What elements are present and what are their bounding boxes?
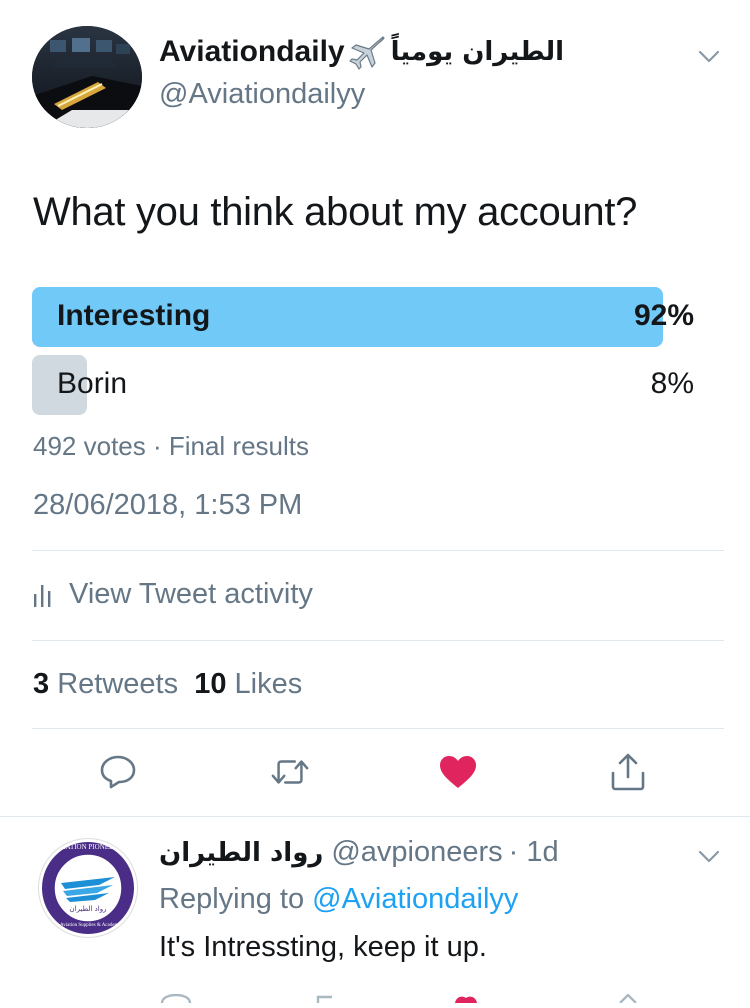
reply-avatar-caption-center: رواد الطيران xyxy=(69,905,107,913)
poll-option-percent: 8% xyxy=(650,367,694,400)
likes-count[interactable]: 10 xyxy=(194,668,226,700)
reply-time: · 1d xyxy=(508,836,559,868)
divider xyxy=(32,550,724,551)
poll-option-percent: 92% xyxy=(633,299,694,332)
view-activity-label[interactable]: View Tweet activity xyxy=(69,578,313,611)
reply-button[interactable] xyxy=(98,752,138,792)
reply-avatar-caption-bottom: For Aviation Supplies & Academics xyxy=(52,923,124,928)
author-arabic-name: الطيران يومياً xyxy=(390,37,565,67)
reply-text: It's Intressting, keep it up. xyxy=(159,931,487,963)
replying-to: Replying to @Aviationdailyy xyxy=(159,883,518,916)
share-button[interactable] xyxy=(608,752,648,792)
author-display-name[interactable]: Aviationdaily xyxy=(159,35,345,69)
reply-author-handle[interactable]: @avpioneers xyxy=(331,836,502,869)
poll-option-label: Interesting xyxy=(57,299,211,332)
like-button[interactable] xyxy=(438,752,478,792)
chevron-down-icon[interactable] xyxy=(698,850,720,864)
tweet-text: What you think about my account? xyxy=(33,190,638,234)
tweet-timestamp: 28/06/2018, 1:53 PM xyxy=(33,489,303,521)
section-divider xyxy=(0,816,750,817)
retweet-icon xyxy=(271,760,309,784)
reply-author-name[interactable]: رواد الطيران xyxy=(159,838,323,868)
poll-meta: 492 votes · Final results xyxy=(33,431,310,461)
airplane-icon xyxy=(347,34,387,70)
poll-option-label: Borin xyxy=(57,367,128,400)
share-icon xyxy=(611,753,645,791)
likes-label[interactable]: Likes xyxy=(235,668,303,700)
reply-icon xyxy=(100,755,136,789)
retweet-button[interactable] xyxy=(270,752,310,792)
replying-to-link[interactable]: @Aviationdailyy xyxy=(312,883,518,915)
author-handle[interactable]: @Aviationdailyy xyxy=(159,78,365,111)
divider xyxy=(32,728,724,729)
author-name-row[interactable]: Aviationdaily الطيران يومياً xyxy=(159,30,564,74)
retweets-count[interactable]: 3 xyxy=(33,668,49,700)
view-activity-link[interactable]: View Tweet activity xyxy=(33,578,313,611)
divider xyxy=(32,640,724,641)
heart-icon xyxy=(440,756,476,788)
replying-to-prefix: Replying to xyxy=(159,883,305,915)
activity-chart-icon xyxy=(34,584,51,607)
chevron-down-icon[interactable] xyxy=(698,50,720,64)
reply-avatar-caption-top: AVIATION PIONEERS xyxy=(54,843,122,851)
author-avatar[interactable] xyxy=(32,26,142,128)
reply-header[interactable]: رواد الطيران @avpioneers · 1d xyxy=(159,836,559,869)
reply-author-avatar[interactable]: AVIATION PIONEERS رواد الطيران For Aviat… xyxy=(38,838,138,938)
reply-action-bar-peek xyxy=(0,990,750,1004)
tweet-stats: 3 Retweets 10 Likes xyxy=(33,668,302,701)
retweets-label[interactable]: Retweets xyxy=(57,668,178,700)
